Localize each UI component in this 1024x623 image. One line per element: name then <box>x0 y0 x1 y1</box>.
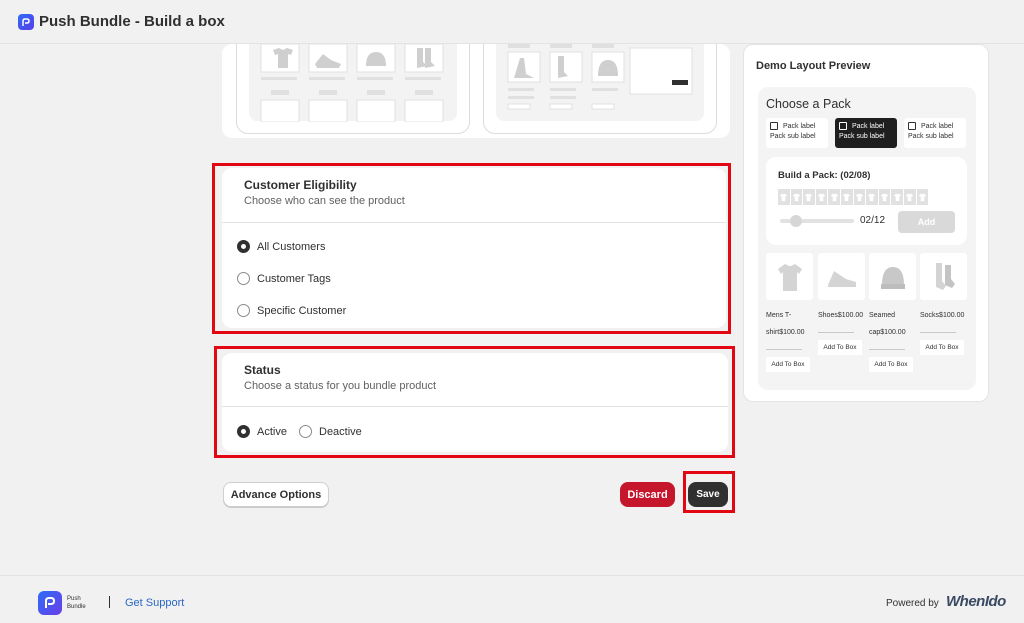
tshirt-icon <box>853 189 866 205</box>
product-name: Socks$100.00 <box>920 312 965 319</box>
tshirt-icon <box>878 189 891 205</box>
box-icon <box>908 122 916 130</box>
add-to-box-button[interactable]: Add To Box <box>920 340 964 355</box>
advance-options-button[interactable]: Advance Options <box>223 482 329 507</box>
app-logo-icon <box>18 13 34 30</box>
footer: Push Bundle Get Support Powered by WhenI… <box>0 575 1024 623</box>
pack-label: Pack label <box>921 122 954 130</box>
page-title: Push Bundle - Build a box <box>39 13 225 30</box>
product-card: Seamed cap$100.00 Add To Box <box>869 253 916 372</box>
pack-label: Pack label <box>783 122 816 130</box>
product-card: Socks$100.00 Add To Box <box>920 253 967 355</box>
product-card: Shoes$100.00 Add To Box <box>818 253 865 355</box>
powered-by-label: Powered by <box>886 598 939 609</box>
demo-layout-preview: Demo Layout Preview Choose a Pack Pack l… <box>743 44 989 402</box>
get-support-link[interactable]: Get Support <box>125 597 184 609</box>
add-to-box-button[interactable]: Add To Box <box>818 340 862 355</box>
box-icon <box>839 122 847 130</box>
box-icon <box>770 122 778 130</box>
push-bundle-logo-icon <box>38 591 62 615</box>
product-name: Shoes$100.00 <box>818 312 864 319</box>
beanie-icon <box>869 253 916 300</box>
layout-thumbnail-grid[interactable] <box>236 44 470 134</box>
divider <box>109 596 110 608</box>
variant-select[interactable] <box>920 332 956 333</box>
tshirt-icon <box>840 189 853 205</box>
add-button[interactable]: Add <box>898 211 955 233</box>
pack-sub-label: Pack sub label <box>770 133 816 140</box>
footer-brand: Push Bundle <box>67 596 86 610</box>
tshirt-icon <box>815 189 828 205</box>
pack-sub-label: Pack sub label <box>839 133 885 140</box>
add-to-box-button[interactable]: Add To Box <box>869 357 913 372</box>
tshirt-icon <box>916 189 929 205</box>
build-pack-box: Build a Pack: (02/08) 02/12 Add <box>766 157 967 245</box>
tshirt-icon <box>790 189 803 205</box>
tshirt-icon <box>903 189 916 205</box>
tshirt-icon <box>828 189 840 205</box>
demo-title: Demo Layout Preview <box>756 60 871 72</box>
tshirt-icon <box>891 189 903 205</box>
product-name: Seamed cap$100.00 <box>869 312 906 336</box>
demo-panel: Choose a Pack Pack label Pack sub label … <box>758 87 976 390</box>
tshirt-icon <box>778 189 790 205</box>
pack-slots <box>778 189 929 205</box>
layout-thumbnail-list[interactable] <box>483 44 717 134</box>
layout-thumbnails-card <box>222 44 730 138</box>
status-highlight <box>214 346 735 458</box>
shoe-icon <box>818 253 865 300</box>
add-to-box-button[interactable]: Add To Box <box>766 357 810 372</box>
company-logo[interactable]: WhenIdo <box>946 593 1006 610</box>
variant-select[interactable] <box>869 349 905 350</box>
pack-option[interactable]: Pack label Pack sub label <box>904 118 966 148</box>
pack-label: Pack label <box>852 122 885 130</box>
pack-sub-label: Pack sub label <box>908 133 954 140</box>
pack-count: 02/12 <box>860 215 886 226</box>
variant-select[interactable] <box>766 349 802 350</box>
variant-select[interactable] <box>818 332 854 333</box>
build-pack-title: Build a Pack: (02/08) <box>778 170 871 181</box>
tshirt-icon <box>866 189 878 205</box>
tshirt-icon <box>766 253 813 300</box>
top-bar: Push Bundle - Build a box <box>0 0 1024 44</box>
tshirt-icon <box>803 189 815 205</box>
choose-pack-title: Choose a Pack <box>766 97 851 111</box>
pack-progress-knob[interactable] <box>790 215 802 227</box>
product-card: Mens T-shirt$100.00 Add To Box <box>766 253 813 372</box>
socks-icon <box>920 253 967 300</box>
product-name: Mens T-shirt$100.00 <box>766 312 805 336</box>
save-highlight <box>683 471 735 513</box>
pack-option[interactable]: Pack label Pack sub label <box>766 118 828 148</box>
pack-option-selected[interactable]: Pack label Pack sub label <box>835 118 897 148</box>
discard-button[interactable]: Discard <box>620 482 675 507</box>
eligibility-highlight <box>212 163 731 334</box>
